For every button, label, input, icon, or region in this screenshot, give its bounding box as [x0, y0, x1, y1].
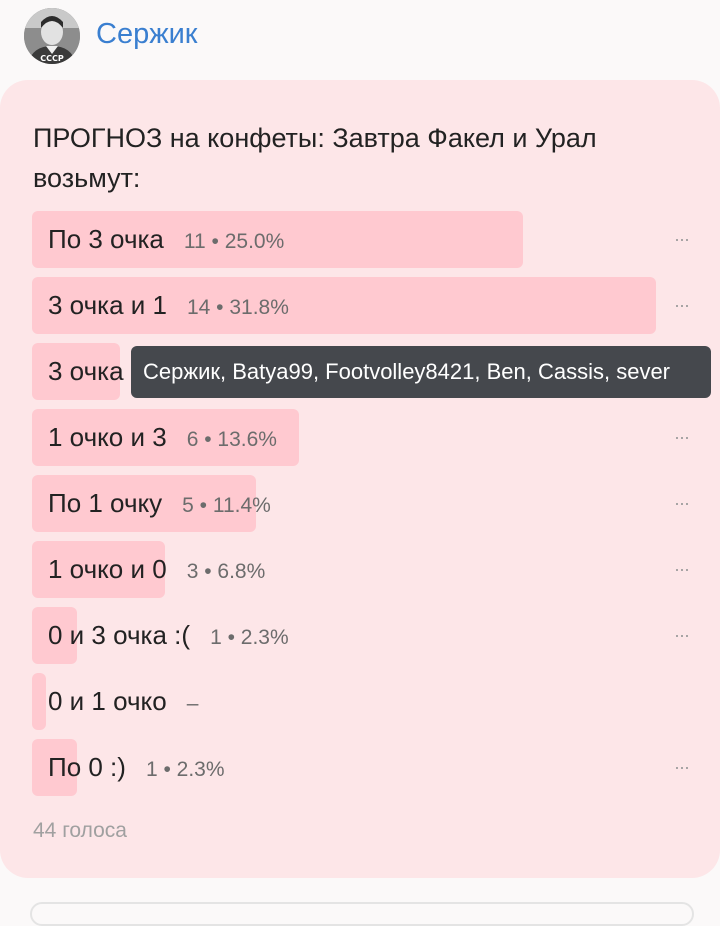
poll-option[interactable]: 1 очко и 03 • 6.8% ···: [32, 541, 690, 598]
avatar-jersey-text: СССР: [40, 54, 64, 63]
option-stat: 11 • 25.0%: [183, 230, 285, 253]
user-photo-avatar: СССР: [24, 8, 80, 64]
ellipsis-icon[interactable]: ···: [674, 475, 690, 532]
option-stat: 6 • 13.6%: [186, 428, 277, 451]
option-stat: 14 • 31.8%: [186, 296, 289, 319]
poll-option[interactable]: 3 очка и 1 14 • 31.8% ···: [32, 277, 690, 334]
option-label: По 1 очку 5 • 11.4%: [48, 488, 271, 518]
option-label: 3 очка: [48, 356, 124, 386]
ellipsis-icon[interactable]: ···: [674, 607, 690, 664]
option-label: 3 очка и 1 14 • 31.8%: [48, 290, 289, 320]
option-label: 0 и 1 очко –: [48, 686, 199, 716]
option-label: По 0 :) 1 • 2.3%: [48, 752, 225, 782]
ellipsis-icon[interactable]: ···: [674, 211, 690, 268]
option-stat: 1 • 2.3%: [145, 758, 225, 781]
option-stat: –: [186, 692, 199, 715]
option-label: По 3 очка 11 • 25.0%: [48, 224, 285, 254]
poll-option[interactable]: По 3 очка 11 • 25.0% ···: [32, 211, 690, 268]
ellipsis-icon[interactable]: ···: [674, 277, 690, 334]
poll-option[interactable]: По 0 :) 1 • 2.3% ···: [32, 739, 690, 796]
avatar[interactable]: СССР: [24, 8, 80, 64]
option-label: 0 и 3 очка :(1 • 2.3%: [48, 620, 289, 650]
ellipsis-icon[interactable]: ···: [674, 541, 690, 598]
poll-option[interactable]: 1 очко и 36 • 13.6% ···: [32, 409, 690, 466]
result-bar: [32, 673, 46, 730]
option-stat: 1 • 2.3%: [210, 626, 289, 649]
option-stat: 3 • 6.8%: [186, 560, 266, 583]
poll-option[interactable]: 0 и 1 очко –: [32, 673, 682, 730]
post-header: СССР Сержик: [0, 0, 720, 72]
ellipsis-icon[interactable]: ···: [674, 739, 690, 796]
author-name[interactable]: Сержик: [96, 14, 198, 54]
ellipsis-icon[interactable]: ···: [674, 409, 690, 466]
option-stat: 5 • 11.4%: [182, 494, 271, 517]
option-label: 1 очко и 03 • 6.8%: [48, 554, 266, 584]
option-label: 1 очко и 36 • 13.6%: [48, 422, 277, 452]
poll-option[interactable]: По 1 очку 5 • 11.4% ···: [32, 475, 690, 532]
voters-tooltip: Сержик, Batya99, Footvolley8421, Ben, Ca…: [131, 346, 711, 398]
poll-question: ПРОГНОЗ на конфеты: Завтра Факел и Урал …: [33, 123, 597, 193]
poll-option[interactable]: 0 и 3 очка :(1 • 2.3% ···: [32, 607, 690, 664]
total-votes: 44 голоса: [33, 819, 127, 842]
next-post-card: [30, 902, 694, 926]
